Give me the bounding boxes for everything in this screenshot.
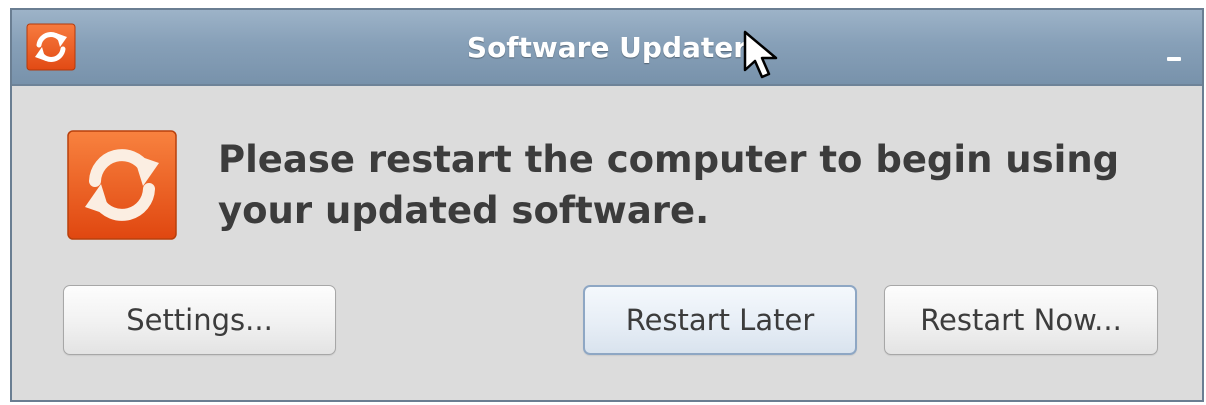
refresh-icon xyxy=(26,23,76,71)
refresh-icon xyxy=(67,130,177,240)
restart-now-button[interactable]: Restart Now... xyxy=(884,285,1158,355)
title-bar[interactable]: Software Updater xyxy=(12,10,1202,86)
window-title: Software Updater xyxy=(466,31,748,64)
restart-later-button[interactable]: Restart Later xyxy=(583,285,857,355)
minimize-icon xyxy=(1167,57,1181,61)
software-updater-window: Software Updater Please restart the comp… xyxy=(10,8,1204,402)
restart-message: Please restart the computer to begin usi… xyxy=(218,138,1120,232)
minimize-button[interactable] xyxy=(1156,38,1192,68)
settings-button[interactable]: Settings... xyxy=(63,285,336,355)
